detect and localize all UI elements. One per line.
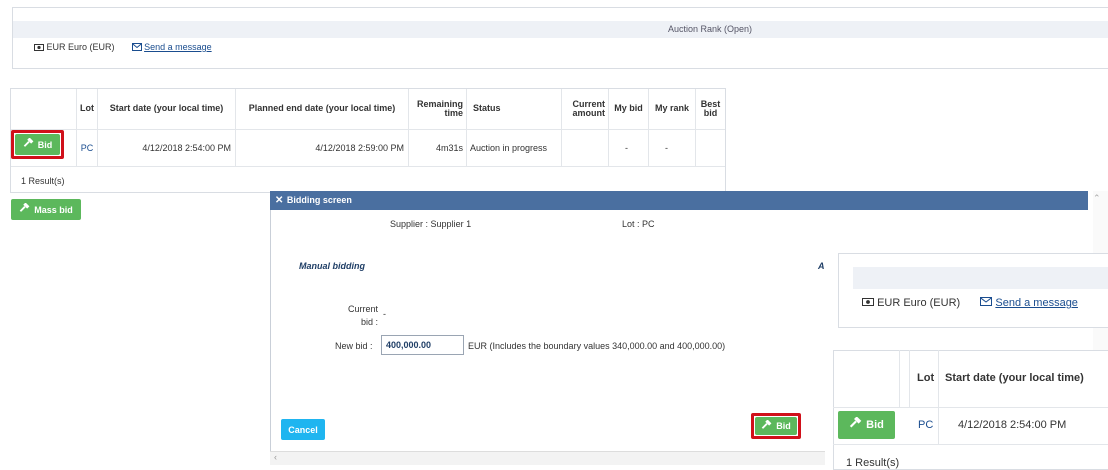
envelope-icon <box>980 297 993 309</box>
header-start-date: Start date (your local time) <box>98 89 236 129</box>
cell-lot: PC <box>77 129 98 167</box>
header-action <box>11 89 77 129</box>
new-bid-input[interactable] <box>381 335 464 355</box>
current-bid-label: Current bid : <box>347 304 378 328</box>
currency-row: EUR Euro (EUR) Send a message <box>34 42 212 53</box>
header-planned-end: Planned end date (your local time) <box>236 89 409 129</box>
dialog-lot-value: PC <box>642 219 655 229</box>
money-icon <box>862 297 874 309</box>
right-results-count: 1 Result(s) <box>846 457 900 469</box>
right-send-message-link[interactable]: Send a message <box>995 297 1078 309</box>
right-row-divider-bottom <box>833 444 1108 445</box>
cell-best-bid <box>696 129 725 167</box>
gavel-icon <box>849 416 862 433</box>
new-bid-hint: EUR (Includes the boundary values 340,00… <box>468 341 726 351</box>
scroll-left-icon[interactable]: ‹ <box>274 452 277 462</box>
cell-remaining: 4m31s <box>409 129 467 167</box>
right-col-divider <box>938 350 939 445</box>
gavel-icon <box>19 202 30 216</box>
cell-start-date: 4/12/2018 2:54:00 PM <box>98 129 236 167</box>
right-cell-lot: PC <box>918 419 934 431</box>
right-header-lot: Lot <box>917 372 935 384</box>
right-auction-panel <box>838 253 1108 328</box>
cell-my-rank: - <box>649 129 696 167</box>
second-section-heading: A <box>818 261 825 271</box>
horizontal-scrollbar[interactable]: ‹ <box>270 451 825 465</box>
auction-rank-bar <box>13 21 1108 38</box>
right-auction-bar <box>853 267 1108 289</box>
right-currency-row: EUR Euro (EUR) Send a message <box>862 297 1078 309</box>
header-current-amount: Current amount <box>562 89 609 129</box>
dialog-lot-row: Lot : PC <box>622 219 655 229</box>
cell-current-amount <box>562 129 609 167</box>
supplier-label: Supplier : <box>390 219 429 229</box>
header-status: Status <box>467 89 562 129</box>
money-icon <box>34 43 44 53</box>
currency-label: EUR Euro (EUR) <box>46 42 115 52</box>
results-count: 1 Result(s) <box>21 176 65 186</box>
mass-bid-button[interactable]: Mass bid <box>11 199 81 220</box>
header-remaining: Remaining time <box>409 89 467 129</box>
header-my-rank: My rank <box>649 89 696 129</box>
manual-bidding-heading: Manual bidding <box>299 261 365 271</box>
auction-rank-title: Auction Rank (Open) <box>668 24 753 34</box>
gavel-icon <box>23 137 34 151</box>
gavel-icon <box>761 418 772 433</box>
dialog-header: ✕ Bidding screen <box>270 191 1088 210</box>
right-cell-start-date: 4/12/2018 2:54:00 PM <box>958 419 1067 431</box>
right-bid-button[interactable]: Bid <box>838 411 895 439</box>
close-icon[interactable]: ✕ <box>275 195 283 206</box>
envelope-icon <box>131 42 142 53</box>
scroll-up-icon[interactable]: ⌃ <box>1093 193 1103 205</box>
dialog-lot-label: Lot : <box>622 219 640 229</box>
right-header-start: Start date (your local time) <box>945 372 1084 384</box>
supplier-value: Supplier 1 <box>430 219 472 229</box>
auction-panel <box>12 7 1108 69</box>
header-lot: Lot <box>77 89 98 129</box>
header-best-bid: Best bid <box>700 98 721 118</box>
dialog-title: Bidding screen <box>286 195 352 205</box>
new-bid-label: New bid : <box>335 341 373 351</box>
cell-end-date: 4/12/2018 2:59:00 PM <box>236 129 409 167</box>
bid-button[interactable]: Bid <box>15 134 60 155</box>
supplier-row: Supplier : Supplier 1 <box>390 219 471 229</box>
dialog-bid-button[interactable]: Bid <box>755 417 797 435</box>
header-my-bid: My bid <box>609 89 649 129</box>
current-bid-value: - <box>383 309 386 319</box>
right-header-action <box>833 350 900 407</box>
send-message-link[interactable]: Send a message <box>144 42 212 52</box>
cell-status: Auction in progress <box>467 129 562 167</box>
right-currency-label: EUR Euro (EUR) <box>877 297 961 309</box>
cell-my-bid: - <box>609 129 649 167</box>
right-header-spacer <box>900 350 910 407</box>
right-row-divider <box>833 407 1108 408</box>
cancel-button[interactable]: Cancel <box>281 419 325 440</box>
